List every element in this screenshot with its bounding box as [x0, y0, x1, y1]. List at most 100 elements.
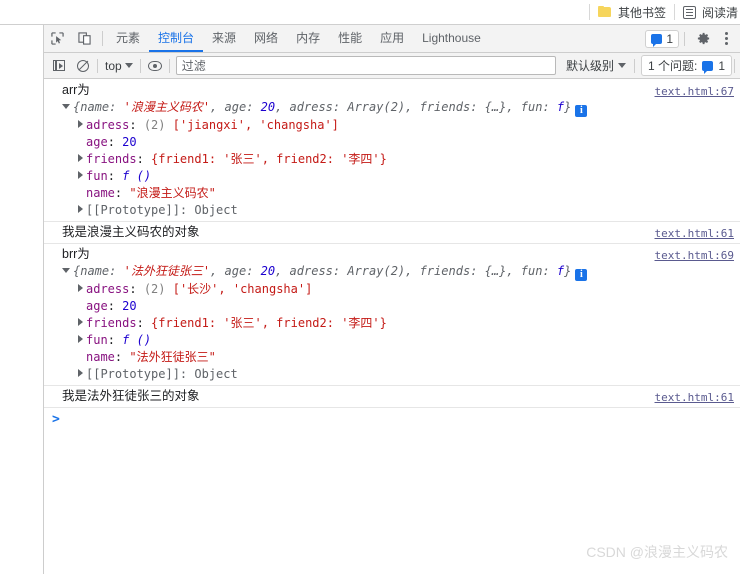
bookmark-reading-list[interactable]: 阅读清 [682, 4, 740, 21]
issues-button[interactable]: 1 个问题: 1 [640, 55, 732, 76]
filterbar-divider-1 [97, 58, 98, 73]
disclosure-triangle-icon-fun[interactable] [78, 171, 83, 179]
disclosure-triangle-icon-fun-3[interactable] [78, 335, 83, 343]
issues-message-icon [702, 60, 714, 74]
device-toolbar-icon[interactable] [71, 25, 98, 52]
property-value-prototype: Object [194, 203, 238, 217]
devtools-tabstrip: 元素 控制台 来源 网络 内存 性能 应用 Lighthouse 1 [44, 25, 740, 53]
property-row-name[interactable]: name: "浪漫主义码农" [60, 185, 740, 202]
bookmarks-bar: 其他书签 阅读清 [0, 0, 740, 25]
tabstrip-divider-2 [684, 31, 685, 46]
preview-age-value-3: 20 [260, 264, 276, 278]
console-message-4[interactable]: 我是法外狂徒张三的对象 text.html:61 [44, 386, 740, 408]
source-link-1[interactable]: text.html:67 [655, 83, 734, 100]
preview-friends-key-3: friends [419, 264, 471, 278]
disclosure-triangle-icon-3[interactable] [62, 268, 70, 273]
message-count-badge[interactable]: 1 [645, 29, 679, 48]
console-prompt[interactable]: > [44, 408, 740, 431]
tabstrip-divider [102, 31, 103, 46]
console-message-2[interactable]: 我是浪漫主义码农的对象 text.html:61 [44, 222, 740, 244]
console-prompt-input[interactable] [60, 412, 740, 427]
disclosure-triangle-icon-prototype[interactable] [78, 205, 83, 213]
console-message-group-3[interactable]: brr为 text.html:69 {name: '法外狂徒张三', age: … [44, 244, 740, 386]
property-row-fun-3[interactable]: fun: f () [60, 332, 740, 349]
disclosure-triangle-icon-adress[interactable] [78, 120, 83, 128]
tab-console[interactable]: 控制台 [149, 25, 204, 52]
property-row-adress[interactable]: adress: (2) ['jiangxi', 'changsha'] [60, 117, 740, 134]
clear-console-icon[interactable] [71, 54, 95, 78]
disclosure-triangle-icon-friends[interactable] [78, 154, 83, 162]
execution-context-label: top [105, 58, 122, 73]
devtools-panel: 元素 控制台 来源 网络 内存 性能 应用 Lighthouse 1 top 过… [43, 25, 740, 574]
property-value-friends-3: {friend1: '张三', friend2: '李四'} [151, 316, 387, 330]
disclosure-triangle-icon-adress-3[interactable] [78, 284, 83, 292]
console-filter-input[interactable] [175, 56, 556, 75]
log-level-selector[interactable]: 默认级别 [560, 57, 632, 74]
preview-fun-key-3: fun [520, 264, 543, 278]
info-icon[interactable]: i [575, 105, 588, 117]
console-message-3-label: brr为 [62, 247, 90, 261]
disclosure-triangle-icon-friends-3[interactable] [78, 318, 83, 326]
preview-friends-value: {…} [484, 100, 507, 114]
console-message-4-label: 我是法外狂徒张三的对象 [62, 389, 200, 403]
console-message-list[interactable]: arr为 text.html:67 {name: '浪漫主义码农', age: … [44, 80, 740, 574]
filterbar-divider-2 [139, 58, 141, 73]
reading-list-icon [682, 5, 696, 19]
tab-performance[interactable]: 性能 [329, 25, 371, 52]
bookmark-other-bookmarks-label: 其他书签 [617, 5, 666, 20]
console-message-group-1[interactable]: arr为 text.html:67 {name: '浪漫主义码农', age: … [44, 80, 740, 222]
tab-lighthouse[interactable]: Lighthouse [413, 25, 490, 52]
tab-application[interactable]: 应用 [371, 25, 413, 52]
chevron-down-icon [124, 63, 133, 68]
tab-sources[interactable]: 来源 [203, 25, 245, 52]
preview-fun-key: fun [520, 100, 543, 114]
property-value-fun: f () [122, 169, 152, 183]
property-key-prototype: [[Prototype]] [86, 203, 180, 217]
more-options-icon[interactable] [716, 37, 736, 40]
execution-context-selector[interactable]: top [100, 59, 138, 73]
source-link-2[interactable]: text.html:61 [655, 225, 734, 242]
screenshot-root: 其他书签 阅读清 元素 控制台 来源 网络 内存 性能 应用 Lighthous… [0, 0, 740, 574]
property-value-age-3: 20 [122, 299, 137, 313]
tabstrip-right-controls: 1 [645, 25, 740, 52]
property-value-friends: {friend1: '张三', friend2: '李四'} [151, 152, 387, 166]
info-icon-3[interactable]: i [575, 269, 588, 281]
log-level-label: 默认级别 [565, 59, 614, 73]
property-key-age: age [86, 135, 108, 149]
tab-memory[interactable]: 内存 [287, 25, 329, 52]
object-preview-3[interactable]: {name: '法外狂徒张三', age: 20, adress: Array(… [60, 263, 740, 281]
property-row-fun[interactable]: fun: f () [60, 168, 740, 185]
property-row-adress-3[interactable]: adress: (2) ['长沙', 'changsha'] [60, 281, 740, 298]
property-row-name-3[interactable]: name: "法外狂徒张三" [60, 349, 740, 366]
message-icon [651, 33, 663, 47]
kebab-dots [724, 37, 728, 40]
property-row-prototype-3[interactable]: [[Prototype]]: Object [60, 366, 740, 383]
preview-name-key: name [80, 100, 110, 114]
bookmark-other-bookmarks[interactable]: 其他书签 [597, 4, 666, 21]
disclosure-triangle-icon[interactable] [62, 104, 70, 109]
preview-adress-key-3: adress [289, 264, 333, 278]
object-preview-1[interactable]: {name: '浪漫主义码农', age: 20, adress: Array(… [60, 99, 740, 117]
preview-age-key: age [224, 100, 247, 114]
tab-network[interactable]: 网络 [245, 25, 287, 52]
disclosure-triangle-icon-prototype-3[interactable] [78, 369, 83, 377]
source-link-3[interactable]: text.html:69 [655, 247, 734, 264]
console-sidebar-icon[interactable] [47, 54, 71, 78]
property-row-friends-3[interactable]: friends: {friend1: '张三', friend2: '李四'} [60, 315, 740, 332]
gear-icon[interactable] [690, 31, 716, 46]
property-row-prototype[interactable]: [[Prototype]]: Object [60, 202, 740, 219]
preview-name-value: '浪漫主义码农' [123, 100, 211, 114]
inspect-element-icon[interactable] [44, 25, 71, 52]
tab-elements[interactable]: 元素 [107, 25, 149, 52]
property-key-adress-3: adress [86, 282, 130, 296]
preview-friends-value-3: {…} [484, 264, 507, 278]
live-expression-icon[interactable] [143, 54, 167, 78]
devtools-tabs: 元素 控制台 来源 网络 内存 性能 应用 Lighthouse [107, 25, 490, 52]
preview-friends-key: friends [419, 100, 471, 114]
property-row-friends[interactable]: friends: {friend1: '张三', friend2: '李四'} [60, 151, 740, 168]
preview-name-value-3: '法外狂徒张三' [123, 264, 211, 278]
property-row-age-3[interactable]: age: 20 [60, 298, 740, 315]
source-link-4[interactable]: text.html:61 [655, 389, 734, 406]
preview-age-value: 20 [260, 100, 276, 114]
property-row-age[interactable]: age: 20 [60, 134, 740, 151]
